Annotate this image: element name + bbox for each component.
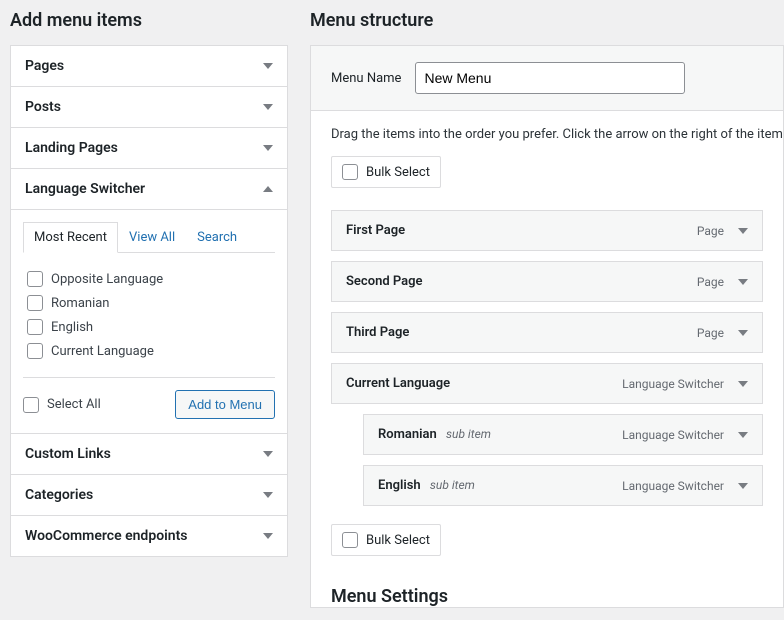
menu-item-current-language[interactable]: Current Language Language Switcher [331,363,763,404]
checkbox[interactable] [27,343,43,359]
section-landing-pages[interactable]: Landing Pages [11,128,287,169]
lang-items-list: Opposite Language Romanian English Curre… [23,265,275,369]
instructions-text: Drag the items into the order you prefer… [331,127,783,142]
select-all-label: Select All [47,397,101,412]
menu-name-label: Menu Name [331,71,401,86]
lang-item-current[interactable]: Current Language [27,339,271,363]
menu-name-input[interactable] [415,62,685,94]
menu-item-type: Page [697,224,724,238]
chevron-down-icon [263,451,273,457]
checkbox[interactable] [342,532,358,548]
sub-item-label: sub item [430,478,475,492]
add-menu-items-heading: Add menu items [10,10,288,31]
checkbox[interactable] [27,319,43,335]
section-custom-links[interactable]: Custom Links [11,434,287,475]
menu-item-title: Romanian [378,427,437,442]
sub-item-label: sub item [446,427,491,441]
bulk-select-label: Bulk Select [366,533,430,548]
menu-item-title: Third Page [346,325,409,340]
bulk-select-bottom[interactable]: Bulk Select [331,524,441,556]
menu-settings-heading: Menu Settings [311,572,783,607]
section-landing-label: Landing Pages [25,140,118,156]
menu-items-list: First Page Page Second Page Page Third P… [331,210,783,506]
lang-item-label: Romanian [51,296,110,311]
checkbox[interactable] [342,164,358,180]
chevron-down-icon [263,63,273,69]
checkbox[interactable] [27,295,43,311]
tab-view-all[interactable]: View All [118,222,186,253]
menu-item-title: Current Language [346,376,450,391]
section-categories[interactable]: Categories [11,475,287,516]
add-items-accordion: Pages Posts Landing Pages Language Switc… [10,45,288,557]
chevron-down-icon[interactable] [738,330,748,336]
menu-item-type: Page [697,275,724,289]
chevron-down-icon[interactable] [738,432,748,438]
menu-item-english[interactable]: English sub item Language Switcher [363,465,763,506]
section-posts[interactable]: Posts [11,87,287,128]
menu-item-type: Language Switcher [622,377,724,391]
menu-structure-heading: Menu structure [310,10,784,31]
chevron-down-icon[interactable] [738,381,748,387]
chevron-down-icon[interactable] [738,279,748,285]
section-lang-label: Language Switcher [25,181,145,197]
checkbox[interactable] [23,397,39,413]
section-woo-label: WooCommerce endpoints [25,528,187,544]
menu-item-title: First Page [346,223,405,238]
menu-item-romanian[interactable]: Romanian sub item Language Switcher [363,414,763,455]
lang-item-english[interactable]: English [27,315,271,339]
chevron-down-icon [263,104,273,110]
checkbox[interactable] [27,271,43,287]
menu-item-type: Language Switcher [622,479,724,493]
lang-item-label: Opposite Language [51,272,163,287]
menu-item-first-page[interactable]: First Page Page [331,210,763,251]
tab-search[interactable]: Search [186,222,248,253]
menu-item-type: Page [697,326,724,340]
lang-foot: Select All Add to Menu [23,377,275,419]
section-language-switcher[interactable]: Language Switcher [11,169,287,210]
lang-tabs: Most Recent View All Search [23,222,275,253]
section-woocommerce-endpoints[interactable]: WooCommerce endpoints [11,516,287,556]
section-lang-body: Most Recent View All Search Opposite Lan… [11,210,287,434]
add-to-menu-button[interactable]: Add to Menu [175,390,275,419]
menu-item-third-page[interactable]: Third Page Page [331,312,763,353]
menu-structure-panel: Menu Name Drag the items into the order … [310,45,784,608]
lang-item-romanian[interactable]: Romanian [27,291,271,315]
tab-most-recent[interactable]: Most Recent [23,222,118,253]
menu-item-title: English [378,478,421,493]
chevron-down-icon [263,492,273,498]
section-pages-label: Pages [25,58,64,74]
menu-item-title: Second Page [346,274,423,289]
menu-item-second-page[interactable]: Second Page Page [331,261,763,302]
section-pages[interactable]: Pages [11,46,287,87]
section-categories-label: Categories [25,487,93,503]
chevron-up-icon [263,186,273,192]
lang-item-label: English [51,320,93,335]
menu-item-type: Language Switcher [622,428,724,442]
lang-item-label: Current Language [51,344,154,359]
chevron-down-icon [263,145,273,151]
select-all[interactable]: Select All [23,393,101,417]
lang-item-opposite[interactable]: Opposite Language [27,267,271,291]
bulk-select-label: Bulk Select [366,165,430,180]
menu-name-row: Menu Name [311,46,783,111]
chevron-down-icon [263,533,273,539]
menu-structure-content: Drag the items into the order you prefer… [311,111,783,572]
chevron-down-icon[interactable] [738,228,748,234]
section-posts-label: Posts [25,99,61,115]
section-custom-label: Custom Links [25,446,111,462]
bulk-select-top[interactable]: Bulk Select [331,156,441,188]
chevron-down-icon[interactable] [738,483,748,489]
